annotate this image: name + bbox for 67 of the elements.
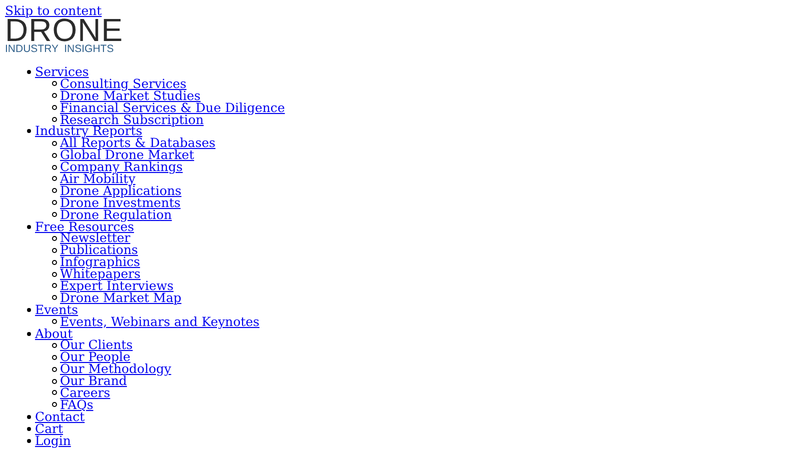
- bullet-icon: [52, 248, 57, 253]
- submenu-link[interactable]: Drone Regulation: [60, 208, 172, 221]
- nav-link[interactable]: Industry Reports: [35, 125, 142, 138]
- bullet-icon: [27, 414, 31, 419]
- bullet-icon: [52, 295, 57, 300]
- submenu-link[interactable]: Drone Applications: [60, 184, 182, 197]
- submenu-link[interactable]: Newsletter: [60, 232, 130, 244]
- bullet-icon: [52, 188, 57, 194]
- submenu-link[interactable]: Drone Market Map: [60, 292, 182, 304]
- bullet-icon: [52, 319, 57, 324]
- bullet-icon: [52, 272, 57, 277]
- bullet-icon: [27, 438, 31, 443]
- bullet-icon: [52, 283, 57, 288]
- submenu-link[interactable]: Consulting Services: [60, 78, 186, 90]
- nav-link[interactable]: Cart: [35, 422, 64, 435]
- submenu-link[interactable]: Careers: [60, 387, 110, 399]
- nav-link[interactable]: About: [35, 328, 73, 340]
- nav-link[interactable]: Events: [35, 304, 78, 316]
- submenu-link[interactable]: Company Rankings: [60, 161, 183, 174]
- bullet-icon: [52, 81, 57, 86]
- bullet-icon: [52, 378, 57, 384]
- bullet-icon: [52, 152, 57, 158]
- bullet-icon: [27, 332, 31, 336]
- submenu-link[interactable]: Publications: [60, 244, 138, 256]
- logo-subtitle: INDUSTRY INSIGHTS: [5, 43, 114, 55]
- submenu-link[interactable]: FAQs: [60, 398, 94, 411]
- submenu-link[interactable]: Whitepapers: [60, 268, 141, 280]
- submenu-link[interactable]: Drone Market Studies: [60, 90, 201, 102]
- bullet-icon: [52, 93, 57, 98]
- nav-link[interactable]: Free Resources: [35, 220, 134, 233]
- submenu-link[interactable]: Financial Services & Due Diligence: [60, 102, 285, 114]
- bullet-icon: [52, 140, 57, 146]
- bullet-icon: [52, 236, 57, 241]
- submenu-link[interactable]: Air Mobility: [60, 172, 136, 185]
- submenu-link[interactable]: Global Drone Market: [60, 149, 194, 162]
- skip-link[interactable]: Skip to content: [5, 4, 102, 17]
- submenu-link[interactable]: Infographics: [60, 256, 140, 268]
- submenu-link[interactable]: Drone Investments: [60, 196, 181, 209]
- submenu-link[interactable]: All Reports & Databases: [60, 137, 216, 150]
- bullet-icon: [52, 176, 57, 182]
- bullet-icon: [52, 117, 57, 122]
- submenu-link[interactable]: Our Clients: [60, 339, 133, 352]
- bullet-icon: [52, 200, 57, 206]
- bullet-icon: [27, 426, 31, 431]
- bullet-icon: [52, 366, 57, 372]
- nav-link[interactable]: Services: [35, 66, 89, 78]
- bullet-icon: [27, 70, 31, 74]
- bullet-icon: [52, 260, 57, 265]
- submenu-link[interactable]: Our Brand: [60, 375, 127, 388]
- bullet-icon: [52, 164, 57, 170]
- nav-link[interactable]: Login: [35, 434, 71, 447]
- bullet-icon: [52, 354, 57, 360]
- submenu-link[interactable]: Research Subscription: [60, 114, 204, 126]
- bullet-icon: [52, 105, 57, 110]
- bullet-icon: [52, 342, 57, 348]
- bullet-icon: [52, 402, 57, 408]
- submenu-link[interactable]: Expert Interviews: [60, 280, 174, 292]
- logo-title: DRONE: [5, 18, 124, 42]
- bullet-icon: [52, 390, 57, 396]
- submenu-link[interactable]: Events, Webinars and Keynotes: [60, 316, 260, 328]
- bullet-icon: [27, 308, 31, 312]
- nav-link[interactable]: Contact: [35, 410, 85, 423]
- bullet-icon: [27, 129, 31, 134]
- bullet-icon: [27, 224, 31, 229]
- bullet-icon: [52, 212, 57, 218]
- submenu-link[interactable]: Our People: [60, 351, 130, 364]
- submenu-link[interactable]: Our Methodology: [60, 363, 172, 376]
